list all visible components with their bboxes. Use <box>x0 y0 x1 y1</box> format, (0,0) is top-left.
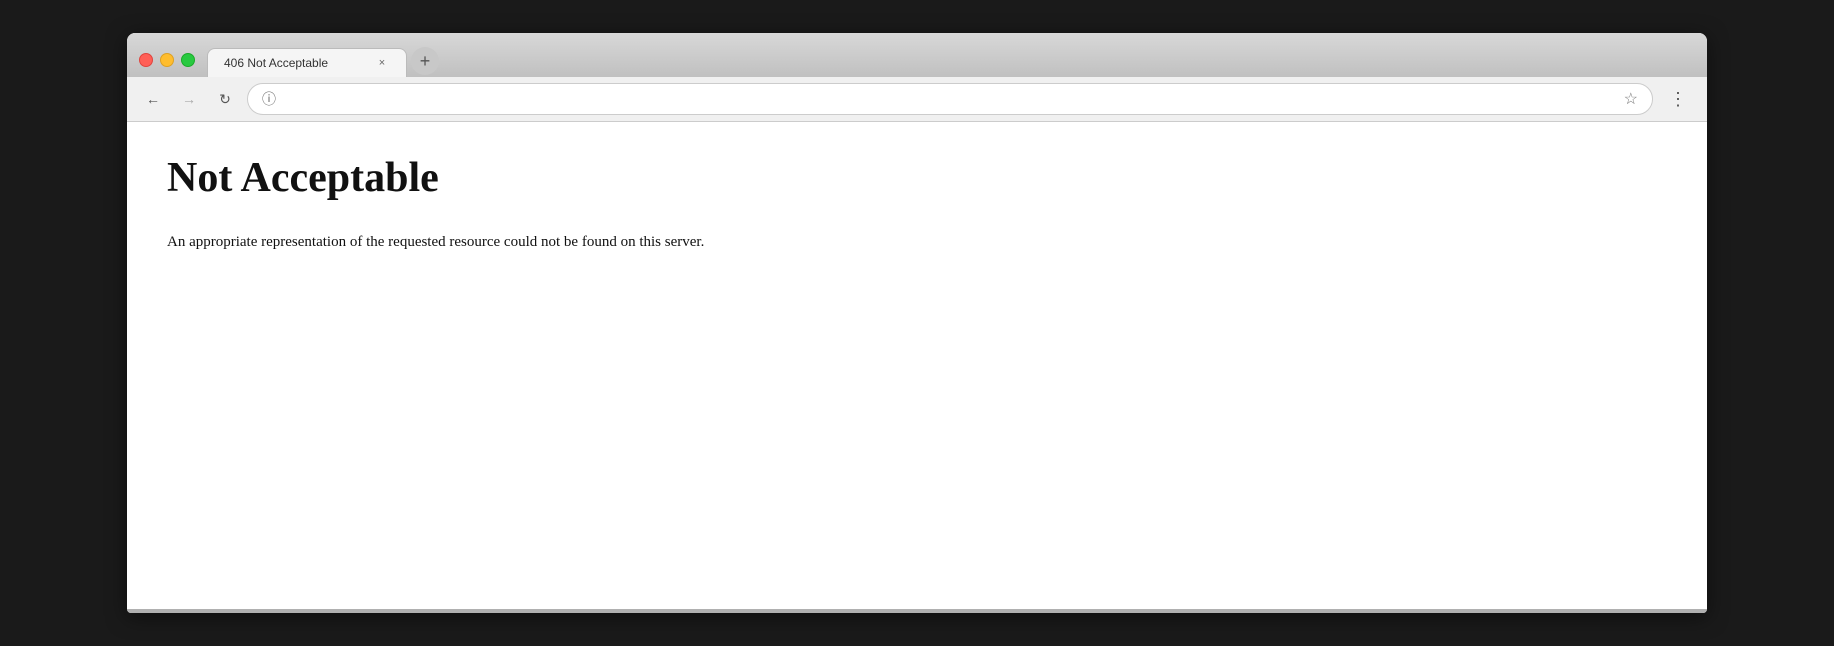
error-description: An appropriate representation of the req… <box>167 230 1667 254</box>
info-icon: ⓘ <box>262 89 276 109</box>
minimize-button[interactable] <box>160 53 174 67</box>
browser-menu-button[interactable]: ⋮ <box>1661 85 1695 114</box>
browser-bottom-bar <box>127 609 1707 613</box>
browser-window: 406 Not Acceptable × + ← → ↻ ⓘ ☆ ⋮ Not A… <box>127 33 1707 613</box>
back-button[interactable]: ← <box>139 85 167 113</box>
tab-close-button[interactable]: × <box>374 55 390 71</box>
active-tab[interactable]: 406 Not Acceptable × <box>207 48 407 77</box>
page-content: Not Acceptable An appropriate representa… <box>127 122 1707 609</box>
refresh-button[interactable]: ↻ <box>211 85 239 113</box>
error-heading: Not Acceptable <box>167 154 1667 202</box>
maximize-button[interactable] <box>181 53 195 67</box>
address-bar: ← → ↻ ⓘ ☆ ⋮ <box>127 77 1707 122</box>
url-bar[interactable]: ⓘ ☆ <box>247 83 1653 115</box>
new-tab-button[interactable]: + <box>411 47 439 75</box>
bookmark-icon[interactable]: ☆ <box>1624 89 1638 109</box>
forward-button[interactable]: → <box>175 85 203 113</box>
close-button[interactable] <box>139 53 153 67</box>
title-bar: 406 Not Acceptable × + <box>127 33 1707 77</box>
tab-title: 406 Not Acceptable <box>224 56 366 70</box>
